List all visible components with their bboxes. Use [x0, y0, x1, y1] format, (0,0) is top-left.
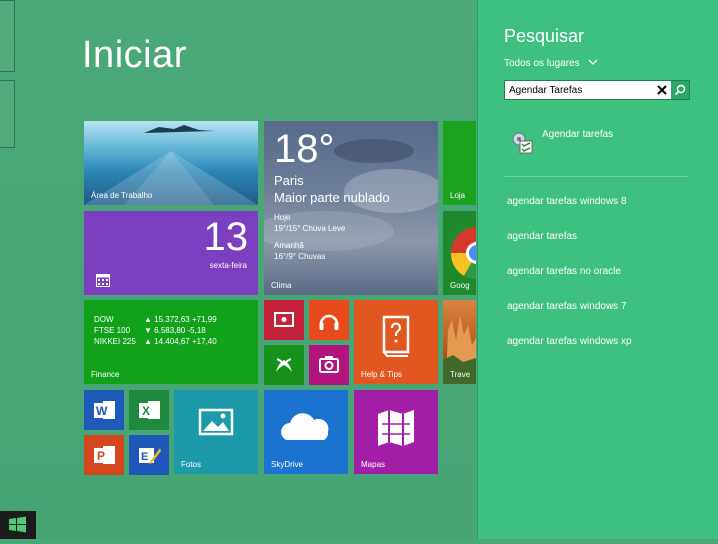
- suggestion-item[interactable]: agendar tarefas no oracle: [507, 266, 621, 277]
- help-label: Help & Tips: [361, 370, 402, 379]
- chrome-label: Goog: [450, 281, 470, 290]
- tile-excel[interactable]: X: [129, 390, 169, 430]
- finance-label: Finance: [91, 370, 120, 379]
- calendar-day: 13: [203, 215, 249, 259]
- search-icon: [674, 84, 686, 96]
- calendar-weekday: sexta-feira: [209, 261, 247, 270]
- start-title: Iniciar: [82, 34, 187, 76]
- weather-tomorrow-label: Amanhã: [274, 241, 304, 250]
- finance-index-value: ▲ 14.404,67 +17,40: [144, 337, 217, 346]
- desktop-label: Área de Trabalho: [91, 191, 153, 200]
- chevron-down-icon: [588, 59, 598, 65]
- windows-logo-icon: [9, 516, 26, 533]
- photos-label: Fotos: [181, 460, 202, 469]
- edge-panel-top: [0, 0, 15, 72]
- tile-video[interactable]: [264, 300, 304, 340]
- results-divider: [504, 176, 688, 177]
- tile-office-app[interactable]: E: [129, 435, 169, 475]
- suggestion-item[interactable]: agendar tarefas windows 8: [507, 196, 627, 207]
- tile-weather[interactable]: 18° Paris Maior parte nublado Hoje 19°/1…: [264, 121, 438, 295]
- finance-row: DOW ▲ 15.372,63 +71,99: [94, 314, 217, 325]
- svg-text:W: W: [96, 404, 108, 418]
- tile-desktop[interactable]: Área de Trabalho: [84, 121, 258, 205]
- tile-skydrive[interactable]: SkyDrive: [264, 390, 348, 474]
- start-button[interactable]: [0, 511, 36, 539]
- office-app-icon: E: [139, 448, 161, 464]
- tile-calendar[interactable]: 13 sexta-feira: [84, 211, 258, 295]
- tile-word[interactable]: W: [84, 390, 124, 430]
- finance-row: NIKKEI 225 ▲ 14.404,67 +17,40: [94, 336, 217, 347]
- search-pane-title: Pesquisar: [504, 26, 585, 46]
- tile-maps[interactable]: Mapas: [354, 390, 438, 474]
- svg-text:E: E: [141, 451, 148, 463]
- finance-index-name: FTSE 100: [94, 326, 131, 335]
- search-input[interactable]: [509, 83, 649, 97]
- weather-city: Paris: [274, 173, 304, 188]
- calendar-icon: [96, 274, 110, 287]
- weather-label: Clima: [271, 281, 292, 290]
- finance-index-value: ▼ 6.583,80 -5,18: [144, 326, 206, 335]
- app-result-item[interactable]: Agendar tarefas: [506, 124, 706, 158]
- clear-search-button[interactable]: [653, 81, 671, 99]
- finance-index-name: DOW: [94, 315, 114, 324]
- close-icon: [657, 85, 667, 95]
- skydrive-label: SkyDrive: [271, 460, 304, 469]
- weather-today-label: Hoje: [274, 213, 291, 222]
- excel-icon: X: [139, 401, 160, 419]
- headphones-icon: [319, 314, 339, 330]
- search-scope-label: Todos os lugares: [504, 58, 580, 69]
- weather-tomorrow-value: 16°/9° Chuvas: [274, 252, 326, 261]
- svg-text:X: X: [142, 404, 150, 418]
- search-submit-button[interactable]: [671, 81, 689, 99]
- tile-powerpoint[interactable]: P: [84, 435, 124, 475]
- tile-games[interactable]: [264, 345, 304, 385]
- finance-index-value: ▲ 15.372,63 +71,99: [144, 315, 217, 324]
- suggestion-item[interactable]: agendar tarefas windows 7: [507, 301, 627, 312]
- tile-music[interactable]: [309, 300, 349, 340]
- camera-icon: [319, 356, 339, 373]
- tile-chrome[interactable]: Goog: [443, 211, 476, 295]
- suggestion-item[interactable]: agendar tarefas windows xp: [507, 336, 632, 347]
- tile-finance[interactable]: DOW ▲ 15.372,63 +71,99 FTSE 100 ▼ 6.583,80…: [84, 300, 258, 384]
- travel-label: Trave: [450, 370, 471, 379]
- app-result-label: Agendar tarefas: [542, 129, 614, 140]
- weather-condition: Maior parte nublado: [274, 190, 390, 205]
- search-scope-dropdown[interactable]: Todos os lugares: [504, 58, 598, 69]
- tile-camera[interactable]: [309, 345, 349, 385]
- tile-store[interactable]: Loja: [443, 121, 476, 205]
- tile-photos[interactable]: Fotos: [174, 390, 258, 474]
- maps-label: Mapas: [361, 460, 386, 469]
- finance-index-name: NIKKEI 225: [94, 337, 136, 346]
- video-icon: [274, 312, 294, 327]
- suggestion-item[interactable]: agendar tarefas: [507, 231, 577, 242]
- weather-temperature: 18°: [274, 127, 335, 171]
- svg-text:P: P: [97, 449, 105, 463]
- finance-row: FTSE 100 ▼ 6.583,80 -5,18: [94, 325, 206, 336]
- tile-travel[interactable]: Trave: [443, 300, 476, 384]
- weather-today-value: 19°/15° Chuva Leve: [274, 224, 346, 233]
- edge-panel-bottom: [0, 80, 15, 148]
- store-label: Loja: [450, 191, 466, 200]
- tile-help[interactable]: Help & Tips: [354, 300, 438, 384]
- search-box: [504, 80, 690, 100]
- xbox-icon: [276, 358, 292, 372]
- powerpoint-icon: P: [94, 446, 115, 464]
- task-scheduler-icon: [512, 132, 533, 154]
- word-icon: W: [94, 401, 115, 419]
